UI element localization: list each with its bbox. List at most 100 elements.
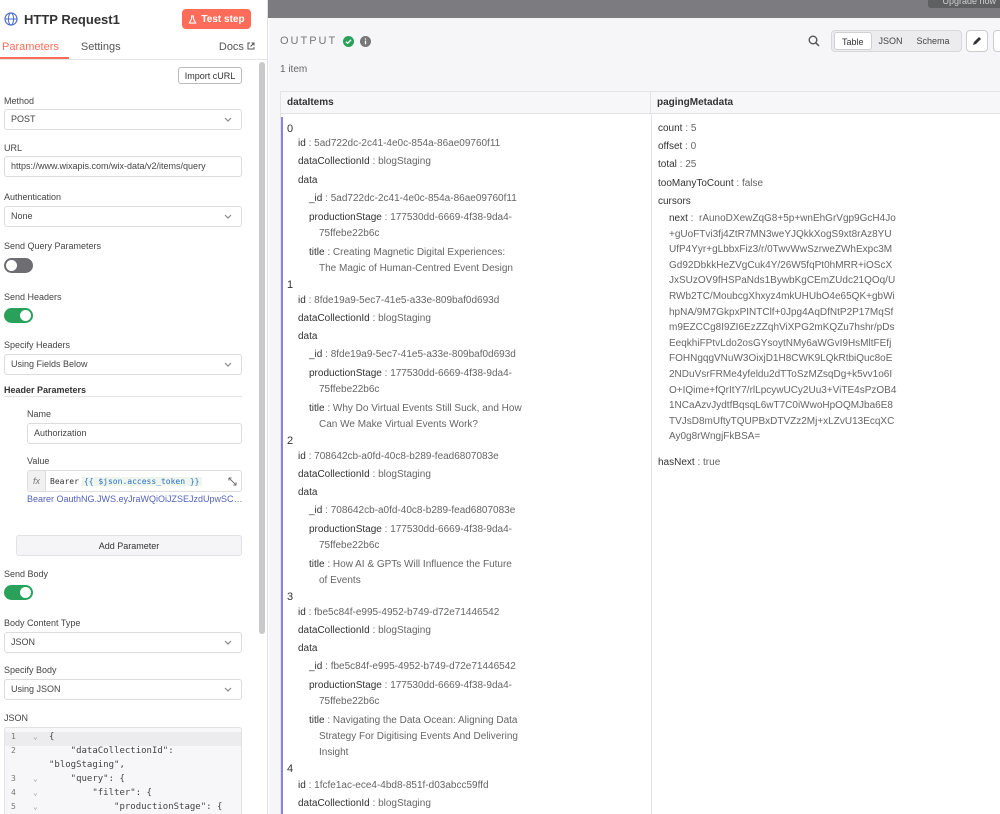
more-button[interactable]: [993, 30, 1000, 52]
tab-table[interactable]: Table: [834, 32, 872, 50]
paging-total: total : 25: [658, 159, 697, 170]
authentication-label: Authentication: [4, 192, 62, 202]
flask-icon: [188, 14, 197, 24]
table-row: productionStage : 177530dd-6669-4f38-9da…: [309, 212, 512, 223]
table-row: data: [298, 643, 318, 654]
panel-scrollbar[interactable]: [259, 62, 265, 634]
chevron-down-icon: [224, 117, 232, 122]
table-row: id : 708642cb-a0fd-40c8-b289-fead6807083…: [298, 451, 499, 462]
expression-prefix: Bearer: [50, 476, 79, 486]
table-row-cont: 75ffebe22b6c: [319, 228, 380, 239]
docs-link[interactable]: Docs: [219, 41, 255, 53]
docs-label: Docs: [218, 41, 244, 53]
send-headers-label: Send Headers: [4, 292, 62, 302]
chevron-down-icon: [224, 687, 232, 692]
test-step-button[interactable]: Test step: [182, 9, 251, 29]
success-check-icon: [343, 35, 355, 47]
tab-schema[interactable]: Schema: [910, 32, 957, 50]
header-value-expression[interactable]: fx Bearer {{ $json.access_token }}: [27, 470, 242, 492]
specify-headers-select[interactable]: Using Fields Below: [4, 354, 242, 375]
table-row-cont: Can We Make Virtual Events Work?: [319, 419, 478, 430]
header-name-label: Name: [27, 409, 52, 419]
send-query-params-toggle[interactable]: [4, 258, 33, 273]
toggle-knob: [6, 260, 17, 271]
paging-has-next: hasNext : true: [658, 457, 721, 468]
fold-icon[interactable]: ⌄: [33, 732, 38, 741]
column-header-dataitems: dataItems: [281, 92, 651, 114]
table-row: data: [298, 175, 318, 186]
tab-parameters[interactable]: Parameters: [0, 41, 69, 59]
output-header: OUTPUT: [280, 35, 372, 47]
table-row: productionStage : 177530dd-6669-4f38-9da…: [309, 368, 512, 379]
search-icon[interactable]: [808, 35, 820, 47]
fold-icon[interactable]: ⌄: [33, 802, 38, 811]
node-title[interactable]: HTTP Request1: [24, 12, 182, 27]
cursor-next-value: rAunoDXewZqG8+5p+wnEhGrVgp9GcH4Jo+gUoFTv…: [669, 213, 897, 443]
table-row: _id : 5ad722dc-2c41-4e0c-854a-86ae09760f…: [309, 193, 517, 204]
url-input[interactable]: https://www.wixapis.com/wix-data/v2/item…: [4, 156, 242, 177]
paging-count: count : 5: [658, 123, 697, 134]
table-row-cont: The Magic of Human-Centred Event Design: [319, 263, 513, 274]
column-divider: [651, 114, 652, 814]
authentication-select[interactable]: None: [4, 206, 242, 227]
code-text: "productionStage": {: [49, 802, 223, 812]
fold-icon[interactable]: ⌄: [33, 774, 38, 783]
specify-body-select[interactable]: Using JSON: [4, 679, 242, 700]
items-count: 1 item: [280, 64, 308, 75]
send-headers-toggle[interactable]: [4, 308, 33, 323]
item-index: 3: [287, 591, 294, 603]
code-text: "dataCollectionId":: [49, 746, 174, 756]
url-label: URL: [4, 143, 23, 153]
send-query-params-label: Send Query Parameters: [4, 241, 102, 251]
info-icon[interactable]: [360, 35, 372, 47]
method-select[interactable]: POST: [4, 109, 242, 130]
expression-code: {{ $json.access_token }}: [81, 476, 202, 486]
code-line: 1 ⌄ {: [5, 732, 241, 746]
expression-preview: Bearer OauthNG.JWS.eyJraWQiOiJZSEJzdUpwS…: [27, 494, 245, 504]
body-content-type-value: JSON: [11, 637, 36, 647]
test-step-label: Test step: [201, 13, 245, 25]
table-row: id : fbe5c84f-e995-4952-b749-d72e7144654…: [298, 607, 500, 618]
tab-settings[interactable]: Settings: [81, 41, 121, 59]
send-body-toggle[interactable]: [4, 585, 33, 600]
node-tabs: Parameters Settings Docs: [0, 38, 267, 60]
code-line: 5 ⌄ "productionStage": {: [5, 802, 241, 814]
expand-icon[interactable]: [228, 477, 237, 486]
table-row: _id : 8fde19a9-5ec7-41e5-a33e-809baf0d69…: [309, 349, 516, 360]
chevron-down-icon: [224, 214, 232, 219]
header-name-input[interactable]: Authorization: [27, 423, 242, 444]
code-text: "filter": {: [49, 788, 152, 798]
tab-json[interactable]: JSON: [872, 32, 910, 50]
import-curl-button[interactable]: Import cURL: [178, 67, 242, 84]
fold-icon[interactable]: ⌄: [33, 788, 38, 797]
node-parameters-panel: HTTP Request1 Test step Parameters Setti…: [0, 0, 268, 814]
table-row: dataCollectionId : blogStaging: [298, 469, 431, 480]
upgrade-button[interactable]: Upgrade now: [928, 0, 1000, 8]
code-line: 2 "dataCollectionId":: [5, 746, 241, 760]
output-panel: OUTPUT Table JSON Schema 1 item dataItem…: [269, 18, 1000, 814]
table-row: dataCollectionId : blogStaging: [298, 798, 431, 809]
table-row: productionStage : 177530dd-6669-4f38-9da…: [309, 524, 512, 535]
globe-icon: [4, 12, 18, 26]
add-parameter-button[interactable]: Add Parameter: [16, 535, 242, 556]
item-index: 2: [287, 435, 294, 447]
table-row: title : How AI & GPTs Will Influence the…: [309, 559, 512, 570]
table-row-cont: of Events: [319, 575, 361, 586]
method-label: Method: [4, 96, 35, 106]
table-row-cont: 75ffebe22b6c: [319, 384, 380, 395]
table-row: id : 8fde19a9-5ec7-41e5-a33e-809baf0d693…: [298, 295, 500, 306]
divider: [4, 396, 242, 397]
output-title: OUTPUT: [280, 35, 338, 47]
edit-output-button[interactable]: [966, 30, 988, 52]
table-row: _id : 708642cb-a0fd-40c8-b289-fead680708…: [309, 505, 516, 516]
paging-too-many: tooManyToCount : false: [658, 178, 764, 189]
nesting-indicator: [281, 117, 283, 814]
table-row: dataCollectionId : blogStaging: [298, 313, 431, 324]
table-row: id : 1fcfe1ac-ece4-4bd8-851f-d03abcc59ff…: [298, 780, 489, 791]
table-row: _id : fbe5c84f-e995-4952-b749-d72e714465…: [309, 661, 516, 672]
body-content-type-select[interactable]: JSON: [4, 632, 242, 653]
header-parameters-label: Header Parameters: [4, 385, 87, 395]
node-header: HTTP Request1 Test step: [0, 0, 267, 38]
json-editor[interactable]: 1 ⌄ { 2 "dataCollectionId": "blogStaging…: [4, 727, 242, 814]
table-row: title : Creating Magnetic Digital Experi…: [309, 247, 506, 258]
